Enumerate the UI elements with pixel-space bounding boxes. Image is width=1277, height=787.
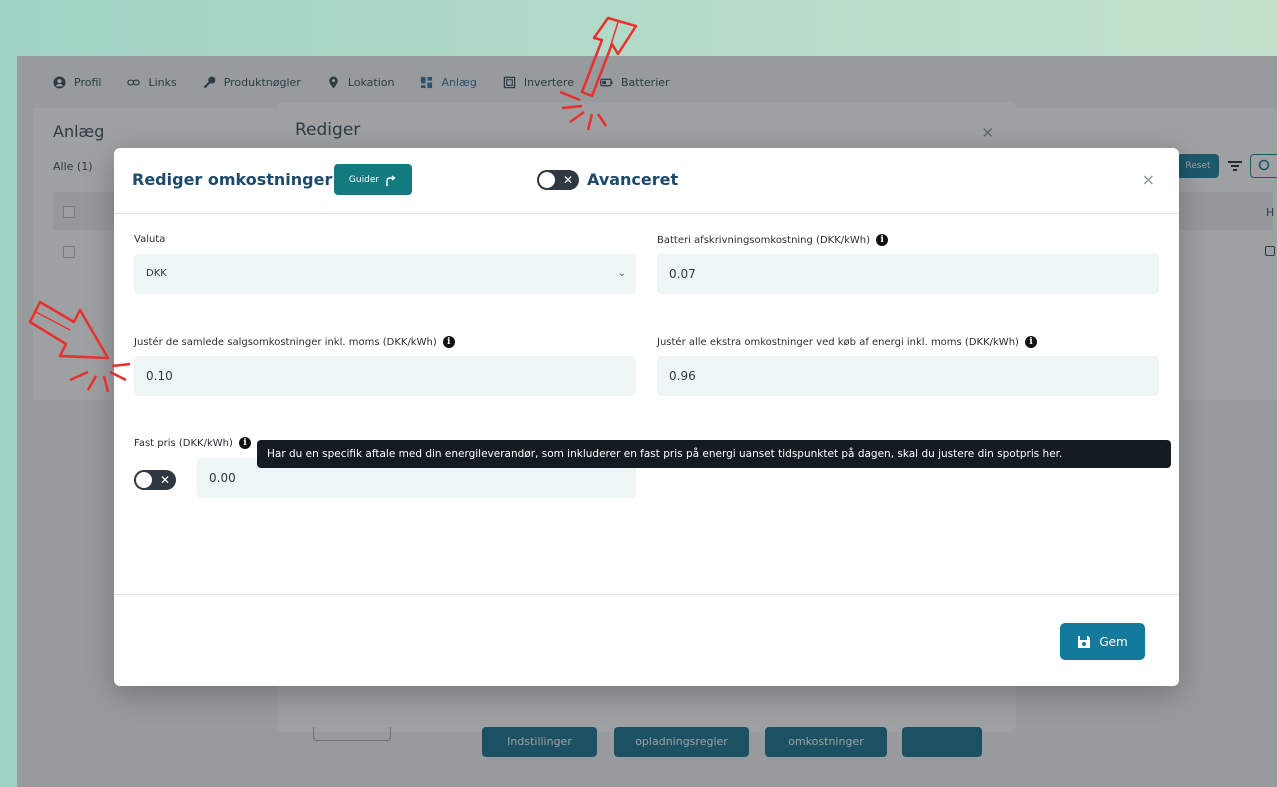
currency-label-text: Valuta bbox=[134, 234, 166, 245]
annotation-arrow-icon bbox=[559, 16, 638, 131]
sales-cost-label-text: Justér de samlede salgsomkostninger inkl… bbox=[134, 336, 437, 348]
battery-cost-label-text: Batteri afskrivningsomkostning (DKK/kWh) bbox=[657, 234, 871, 246]
battery-cost-input[interactable]: 0.07 bbox=[657, 254, 1159, 294]
floppy-disk-icon bbox=[1078, 635, 1091, 648]
info-icon[interactable]: i bbox=[876, 234, 889, 246]
currency-value: DKK bbox=[146, 268, 167, 279]
currency-select[interactable]: DKK ⌄ bbox=[134, 254, 636, 294]
fixed-price-label: Fast pris (DKK/kWh) i bbox=[134, 437, 251, 449]
modal-header: Rediger omkostninger Guider ✕ Avanceret … bbox=[114, 148, 1179, 214]
purchase-cost-label-text: Justér alle ekstra omkostninger ved køb … bbox=[657, 336, 1019, 348]
toggle-knob bbox=[136, 472, 152, 488]
purchase-cost-input[interactable]: 0.96 bbox=[657, 356, 1159, 396]
route-icon bbox=[386, 174, 396, 186]
fixed-price-tooltip: Har du en specifik aftale med din energi… bbox=[257, 440, 1171, 468]
modal-title: Rediger omkostninger bbox=[132, 170, 333, 189]
annotation-arrow-icon bbox=[28, 300, 131, 393]
purchase-cost-label: Justér alle ekstra omkostninger ved køb … bbox=[657, 336, 1037, 348]
info-icon[interactable]: i bbox=[442, 336, 455, 348]
close-icon[interactable]: × bbox=[1142, 170, 1155, 189]
x-icon: ✕ bbox=[159, 473, 170, 487]
chevron-down-icon: ⌄ bbox=[617, 268, 626, 279]
guider-button[interactable]: Guider bbox=[334, 164, 412, 195]
info-icon[interactable]: i bbox=[238, 437, 251, 449]
sales-cost-input[interactable]: 0.10 bbox=[134, 356, 636, 396]
toggle-knob bbox=[539, 172, 555, 188]
save-label: Gem bbox=[1099, 634, 1128, 649]
advanced-label: Avanceret bbox=[587, 170, 679, 189]
x-icon: ✕ bbox=[562, 173, 573, 187]
modal-footer-divider bbox=[114, 594, 1179, 595]
battery-cost-label: Batteri afskrivningsomkostning (DKK/kWh)… bbox=[657, 234, 889, 246]
fixed-price-toggle[interactable]: ✕ bbox=[134, 470, 176, 490]
info-icon[interactable]: i bbox=[1024, 336, 1037, 348]
fixed-price-label-text: Fast pris (DKK/kWh) bbox=[134, 437, 233, 449]
advanced-toggle[interactable]: ✕ bbox=[537, 170, 579, 190]
sales-cost-label: Justér de samlede salgsomkostninger inkl… bbox=[134, 336, 455, 348]
guider-label: Guider bbox=[348, 174, 380, 185]
edit-costs-modal: Rediger omkostninger Guider ✕ Avanceret … bbox=[114, 148, 1179, 686]
currency-label: Valuta bbox=[134, 234, 165, 245]
save-button[interactable]: Gem bbox=[1060, 623, 1145, 660]
